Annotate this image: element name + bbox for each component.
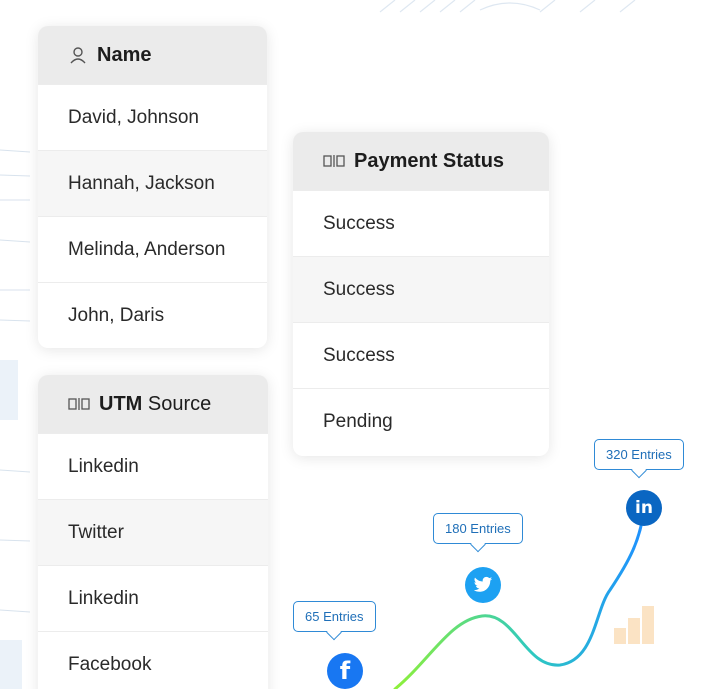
utm-header-rest: Source	[142, 392, 212, 415]
table-row[interactable]: Linkedin	[38, 565, 268, 631]
utm-source-table: UTM Source Linkedin Twitter Linkedin Fac…	[38, 375, 268, 689]
payment-table-header: Payment Status	[293, 132, 549, 190]
tag-icon	[68, 397, 90, 411]
utm-cell: Linkedin	[68, 455, 139, 477]
name-table: Name David, Johnson Hannah, Jackson Meli…	[38, 26, 267, 348]
payment-cell: Success	[323, 212, 395, 234]
facebook-icon[interactable]: f	[327, 653, 363, 689]
table-row[interactable]: Pending	[293, 388, 549, 454]
table-row[interactable]: Success	[293, 256, 549, 322]
name-cell: John, Daris	[68, 304, 165, 326]
utm-cell: Twitter	[68, 521, 124, 543]
user-icon	[68, 45, 88, 65]
entries-label: 320 Entries	[594, 439, 684, 470]
name-cell: David, Johnson	[68, 106, 199, 128]
table-row[interactable]: Linkedin	[38, 433, 268, 499]
utm-cell: Facebook	[68, 653, 152, 675]
utm-table-header: UTM Source	[38, 375, 268, 433]
name-cell: Melinda, Anderson	[68, 238, 226, 260]
table-row[interactable]: Twitter	[38, 499, 268, 565]
payment-cell: Success	[323, 278, 395, 300]
payment-status-table: Payment Status Success Success Success P…	[293, 132, 549, 456]
table-row[interactable]: Hannah, Jackson	[38, 150, 267, 216]
table-row[interactable]: Success	[293, 190, 549, 256]
name-table-header: Name	[38, 26, 267, 84]
payment-cell: Success	[323, 344, 395, 366]
linkedin-icon[interactable]: in	[626, 490, 662, 526]
payment-header-label: Payment Status	[354, 149, 505, 172]
utm-cell: Linkedin	[68, 587, 139, 609]
tag-icon	[323, 154, 345, 168]
table-row[interactable]: John, Daris	[38, 282, 267, 348]
table-row[interactable]: Melinda, Anderson	[38, 216, 267, 282]
table-row[interactable]: David, Johnson	[38, 84, 267, 150]
payment-cell: Pending	[323, 410, 393, 432]
twitter-icon[interactable]	[465, 567, 501, 603]
entries-label: 65 Entries	[293, 601, 376, 632]
entries-label: 180 Entries	[433, 513, 523, 544]
utm-header-bold: UTM	[99, 392, 143, 415]
name-header-label: Name	[97, 43, 152, 66]
name-cell: Hannah, Jackson	[68, 172, 215, 194]
table-row[interactable]: Success	[293, 322, 549, 388]
table-row[interactable]: Facebook	[38, 631, 268, 689]
